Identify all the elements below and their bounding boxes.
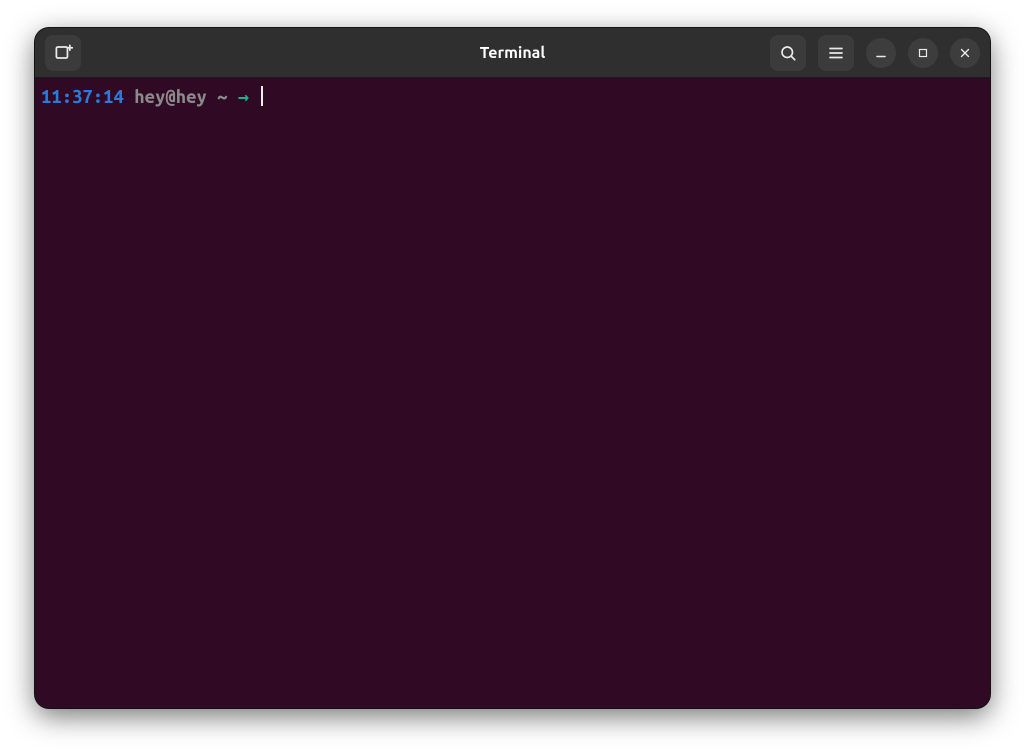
window-title: Terminal — [480, 44, 545, 62]
new-tab-icon — [54, 43, 73, 62]
titlebar-right — [770, 35, 980, 71]
maximize-icon — [917, 47, 929, 59]
new-tab-button[interactable] — [45, 35, 81, 71]
minimize-icon — [874, 46, 888, 60]
text-cursor — [261, 86, 263, 106]
minimize-button[interactable] — [866, 38, 896, 68]
prompt-user-host: hey@hey — [134, 87, 207, 107]
hamburger-icon — [827, 44, 845, 62]
terminal-window: Terminal — [35, 28, 990, 708]
search-button[interactable] — [770, 35, 806, 71]
prompt-time: 11:37:14 — [41, 87, 124, 107]
prompt-directory: ~ — [217, 87, 227, 107]
search-icon — [779, 44, 797, 62]
close-button[interactable] — [950, 38, 980, 68]
titlebar-left — [45, 35, 81, 71]
terminal-view[interactable]: 11:37:14 hey@hey ~ → — [35, 78, 990, 708]
titlebar: Terminal — [35, 28, 990, 78]
menu-button[interactable] — [818, 35, 854, 71]
maximize-button[interactable] — [908, 38, 938, 68]
prompt-arrow: → — [238, 87, 249, 107]
close-icon — [958, 46, 972, 60]
